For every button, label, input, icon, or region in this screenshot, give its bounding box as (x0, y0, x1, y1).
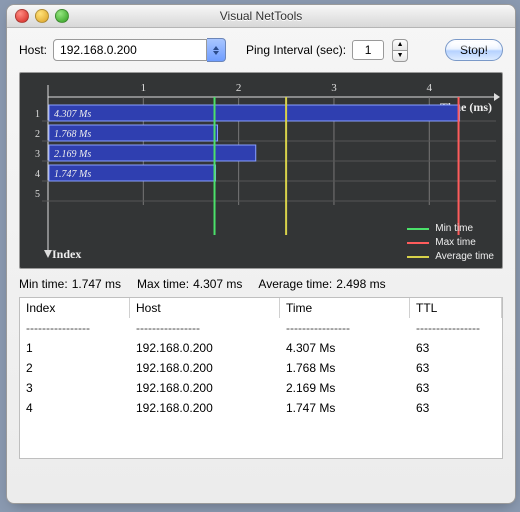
legend-swatch-min (407, 228, 429, 230)
cell-host: 192.168.0.200 (130, 398, 280, 418)
cell-ttl: 63 (410, 378, 502, 398)
stat-avg-label: Average time: (258, 277, 332, 291)
cell-ttl: 63 (410, 398, 502, 418)
stop-button[interactable]: Stop! (445, 39, 503, 61)
cell-ttl: 63 (410, 358, 502, 378)
legend-swatch-avg (407, 256, 429, 258)
svg-text:2: 2 (35, 129, 40, 140)
cell-index: 3 (20, 378, 130, 398)
ping-interval-input[interactable] (352, 40, 384, 60)
table-row[interactable]: 4192.168.0.2001.747 Ms63 (20, 398, 502, 418)
svg-text:4: 4 (35, 169, 40, 180)
cell-host: 192.168.0.200 (130, 358, 280, 378)
cell-index: 4 (20, 398, 130, 418)
chevron-down-icon (213, 51, 219, 55)
cell-time: 4.307 Ms (280, 338, 410, 358)
cell-ttl: 63 (410, 338, 502, 358)
legend-label-min: Min time (435, 223, 473, 234)
stat-min-value: 1.747 ms (72, 277, 121, 291)
table-divider: ---------------- ---------------- ------… (20, 318, 502, 338)
svg-text:1: 1 (35, 109, 40, 120)
cell-index: 1 (20, 338, 130, 358)
svg-text:3: 3 (35, 149, 40, 160)
svg-text:2.169 Ms: 2.169 Ms (54, 149, 91, 160)
stats-bar: Min time: 1.747 ms Max time: 4.307 ms Av… (19, 277, 503, 291)
table-row[interactable]: 3192.168.0.2002.169 Ms63 (20, 378, 502, 398)
cell-host: 192.168.0.200 (130, 338, 280, 358)
stat-avg-value: 2.498 ms (336, 277, 385, 291)
stat-min-label: Min time: (19, 277, 68, 291)
host-label: Host: (19, 43, 47, 57)
stepper-up-icon[interactable]: ▲ (392, 39, 408, 50)
stat-max-value: 4.307 ms (193, 277, 242, 291)
app-window: { "window": { "title": "Visual NetTools"… (6, 4, 516, 504)
ping-chart: 1234Time (ms)14.307 Ms21.768 Ms32.169 Ms… (19, 72, 503, 269)
legend-label-max: Max time (435, 237, 476, 248)
cell-time: 1.747 Ms (280, 398, 410, 418)
stepper-down-icon[interactable]: ▼ (392, 50, 408, 62)
table-header: Index Host Time TTL (20, 298, 502, 318)
col-host[interactable]: Host (130, 298, 280, 318)
svg-text:Index: Index (52, 247, 81, 261)
svg-text:4: 4 (427, 82, 433, 94)
results-table: Index Host Time TTL ---------------- ---… (19, 297, 503, 459)
svg-text:1.768 Ms: 1.768 Ms (54, 129, 91, 140)
table-row[interactable]: 2192.168.0.2001.768 Ms63 (20, 358, 502, 378)
cell-time: 1.768 Ms (280, 358, 410, 378)
svg-text:1: 1 (141, 82, 147, 94)
svg-text:3: 3 (331, 82, 337, 94)
chevron-up-icon (213, 46, 219, 50)
col-time[interactable]: Time (280, 298, 410, 318)
svg-text:2: 2 (236, 82, 242, 94)
host-dropdown-button[interactable] (207, 38, 226, 62)
cell-host: 192.168.0.200 (130, 378, 280, 398)
col-index[interactable]: Index (20, 298, 130, 318)
window-title: Visual NetTools (7, 9, 515, 23)
ping-interval-stepper[interactable]: ▲ ▼ (392, 39, 408, 62)
svg-text:5: 5 (35, 189, 40, 200)
svg-text:1.747 Ms: 1.747 Ms (54, 169, 91, 180)
ping-interval-label: Ping Interval (sec): (246, 43, 346, 57)
legend-swatch-max (407, 242, 429, 244)
zoom-icon[interactable] (55, 9, 69, 23)
svg-text:4.307 Ms: 4.307 Ms (54, 109, 91, 120)
minimize-icon[interactable] (35, 9, 49, 23)
host-input[interactable] (53, 39, 207, 61)
cell-time: 2.169 Ms (280, 378, 410, 398)
close-icon[interactable] (15, 9, 29, 23)
col-ttl[interactable]: TTL (410, 298, 502, 318)
legend-label-avg: Average time (435, 251, 494, 262)
chart-legend: Min time Max time Average time (407, 220, 494, 262)
table-row[interactable]: 1192.168.0.2004.307 Ms63 (20, 338, 502, 358)
stat-max-label: Max time: (137, 277, 189, 291)
toolbar: Host: Ping Interval (sec): ▲ ▼ Stop! (19, 38, 503, 62)
cell-index: 2 (20, 358, 130, 378)
titlebar: Visual NetTools (7, 5, 515, 28)
